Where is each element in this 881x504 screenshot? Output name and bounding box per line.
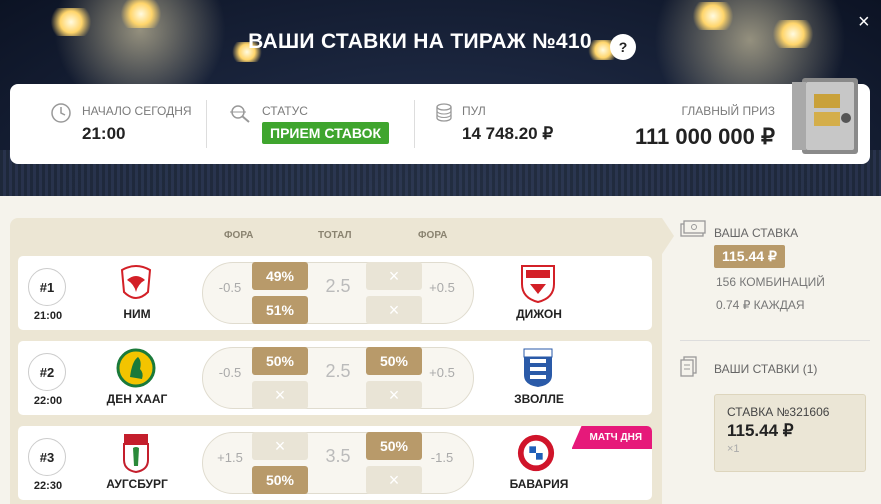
col-total: ТОТАЛ <box>318 230 352 241</box>
match-row: #3 22:30 АУГСБУРГ +1.5 × 50% 3.5 50% × -… <box>18 426 652 500</box>
pick-away-top[interactable]: × <box>366 262 422 290</box>
away-team: ЗВОЛЛЕ <box>514 392 564 406</box>
home-handicap: -0.5 <box>218 280 242 295</box>
match-row: #1 21:00 НИМ -0.5 49% 51% 2.5 × × +0.5 Д… <box>18 256 652 330</box>
start-block: НАЧАЛО СЕГОДНЯ 21:00 <box>82 104 192 144</box>
pick-home-bottom[interactable]: × <box>252 381 308 409</box>
away-team: БАВАРИЯ <box>509 477 569 491</box>
prize-block: ГЛАВНЫЙ ПРИЗ 111 000 000 ₽ <box>610 104 775 150</box>
your-stake-badge: 115.44 ₽ <box>714 245 785 268</box>
ticket-label: СТАВКА №321606 <box>727 405 830 419</box>
divider <box>414 100 415 148</box>
bet-ticket[interactable]: СТАВКА №321606 115.44 ₽ ×1 <box>714 394 866 472</box>
floodlight <box>690 2 736 30</box>
prize-value: 111 000 000 ₽ <box>634 124 775 149</box>
away-team: ДИЖОН <box>516 307 562 321</box>
match-number: #2 <box>28 353 66 391</box>
draw-info-bar: НАЧАЛО СЕГОДНЯ 21:00 СТАТУС ПРИЕМ СТАВОК… <box>10 78 870 164</box>
dijon-crest-icon <box>521 265 555 304</box>
safe-icon <box>792 78 858 154</box>
status-badge: ПРИЕМ СТАВОК <box>262 122 390 144</box>
start-time: 21:00 <box>82 124 126 143</box>
status-block: СТАТУС ПРИЕМ СТАВОК <box>262 104 390 144</box>
pick-home-top[interactable]: × <box>252 432 308 460</box>
pool-block: ПУЛ 14 748.20 ₽ <box>462 104 553 144</box>
tickets-icon <box>680 356 697 377</box>
divider <box>680 340 870 341</box>
pick-away-top[interactable]: 50% <box>366 432 422 460</box>
away-handicap: -1.5 <box>430 450 454 465</box>
pool-label: ПУЛ <box>462 104 486 118</box>
pick-home-top[interactable]: 49% <box>252 262 308 290</box>
status-label: СТАТУС <box>262 104 308 118</box>
home-handicap: +1.5 <box>217 450 243 465</box>
help-button[interactable]: ? <box>610 34 636 60</box>
match-number: #3 <box>28 438 66 476</box>
prize-label: ГЛАВНЫЙ ПРИЗ <box>681 104 775 118</box>
clock-icon <box>51 103 71 123</box>
match-number: #1 <box>28 268 66 306</box>
stadium-header: ВАШИ СТАВКИ НА ТИРАЖ №410 ? × НАЧАЛО СЕГ… <box>0 0 881 196</box>
ticket-amount: 115.44 ₽ <box>727 421 794 440</box>
each-price: 0.74 ₽ КАЖДАЯ <box>716 298 805 312</box>
home-handicap: -0.5 <box>218 365 242 380</box>
col-fora-right: ФОРА <box>418 230 448 241</box>
home-team: АУГСБУРГ <box>106 477 168 491</box>
ticket-multiplier: ×1 <box>727 443 740 455</box>
match-time: 21:00 <box>33 310 63 322</box>
divider <box>206 100 207 148</box>
your-bets-label: ВАШИ СТАВКИ (1) <box>714 362 818 376</box>
zwolle-crest-icon <box>523 348 553 387</box>
match-time: 22:00 <box>33 395 63 407</box>
page-title: ВАШИ СТАВКИ НА ТИРАЖ №410 <box>248 30 592 53</box>
pick-away-bottom[interactable]: × <box>366 466 422 494</box>
pick-home-bottom[interactable]: 51% <box>252 296 308 324</box>
home-team: ДЕН ХААГ <box>106 392 168 406</box>
panel-pointer <box>662 218 674 254</box>
nimes-crest-icon <box>120 265 152 299</box>
bayern-crest-icon <box>517 434 555 472</box>
magnifier-icon <box>230 105 250 123</box>
pick-home-bottom[interactable]: 50% <box>252 466 308 494</box>
total-value: 2.5 <box>325 276 351 296</box>
pool-value: 14 748.20 ₽ <box>462 124 554 143</box>
pick-away-bottom[interactable]: × <box>366 381 422 409</box>
pick-away-bottom[interactable]: × <box>366 296 422 324</box>
pick-away-top[interactable]: 50% <box>366 347 422 375</box>
match-row: #2 22:00 ДЕН ХААГ -0.5 50% × 2.5 50% × +… <box>18 341 652 415</box>
start-label: НАЧАЛО СЕГОДНЯ <box>82 104 192 118</box>
money-icon <box>680 220 706 237</box>
match-time: 22:30 <box>33 480 63 492</box>
den-haag-crest-icon <box>116 348 156 388</box>
away-handicap: +0.5 <box>429 280 455 295</box>
col-fora-left: ФОРА <box>224 230 254 241</box>
coins-icon <box>436 103 452 122</box>
floodlight <box>118 0 164 28</box>
match-of-day-badge: МАТЧ ДНЯ <box>571 426 652 449</box>
augsburg-crest-icon <box>123 434 149 474</box>
your-stake-label: ВАША СТАВКА <box>714 226 799 240</box>
close-button[interactable]: × <box>858 12 870 32</box>
home-team: НИМ <box>123 307 151 321</box>
total-value: 3.5 <box>325 446 351 466</box>
pick-home-top[interactable]: 50% <box>252 347 308 375</box>
combinations-count: 156 КОМБИНАЦИЙ <box>716 275 825 289</box>
total-value: 2.5 <box>325 361 351 381</box>
matches-panel: ФОРА ТОТАЛ ФОРА #1 21:00 НИМ -0.5 49% 51… <box>10 218 662 504</box>
away-handicap: +0.5 <box>429 365 455 380</box>
